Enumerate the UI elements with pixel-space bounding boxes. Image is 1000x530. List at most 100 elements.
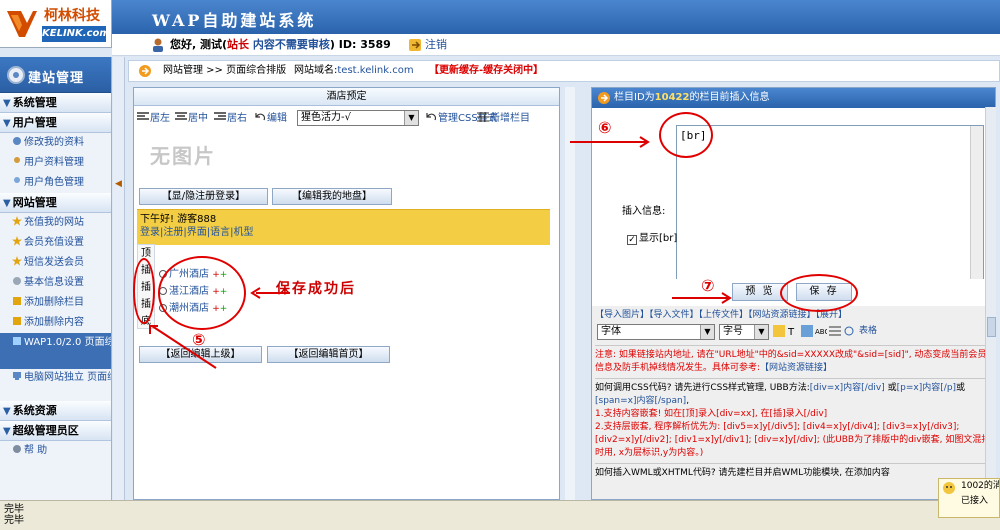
align-center-button[interactable]: 居中: [175, 111, 208, 127]
chevron-down-icon: ▼: [3, 406, 11, 417]
insert-content-textarea[interactable]: [br]: [676, 125, 984, 297]
user-greeting: 您好, 测试(站长 内容不需要审核) ID: 3589: [170, 38, 391, 51]
style-select[interactable]: 猩色活力-√ ▼: [297, 110, 419, 126]
resource-links[interactable]: 【导入图片】【导入文件】【上传文件】【网站资源链接】【展开】: [595, 309, 994, 322]
sidebar-item-wap-layout[interactable]: WAP1.0/2.0 页面综合排版: [0, 333, 111, 369]
wml-help: 如何插入WML或XHTML代码? 请先建栏目并启WML功能模块, 在添加内容: [595, 468, 890, 478]
logo-text-en: KELINK.com: [42, 26, 110, 42]
user-bar: 您好, 测试(站长 内容不需要审核) ID: 3589 注销: [112, 34, 1000, 56]
scrollbar-thumb[interactable]: [987, 317, 996, 337]
list-icon[interactable]: [829, 325, 841, 337]
status-bar: 完毕 完毕: [0, 500, 1000, 530]
star-icon: [12, 216, 22, 226]
help-icon: [13, 445, 21, 453]
logo-text-cn: 柯林科技: [44, 8, 100, 24]
sidebar-item-edit-profile[interactable]: 修改我的资料: [0, 133, 111, 153]
sidebar-item-user-roles[interactable]: 用户角色管理: [0, 173, 111, 193]
edit-icon: [13, 297, 21, 305]
gear-icon: [7, 66, 25, 84]
align-right-icon: [214, 112, 226, 120]
spellcheck-icon[interactable]: ABC: [815, 325, 827, 337]
sidebar-section-superadmin[interactable]: ▼ 超级管理员区: [0, 421, 111, 441]
resource-link[interactable]: 【网站资源链接】: [760, 363, 832, 373]
chevron-down-icon: ▼: [3, 98, 11, 109]
logo[interactable]: 柯林科技 KELINK.com: [0, 0, 112, 48]
divider: [595, 378, 994, 379]
toggle-login-button[interactable]: 【显/隐注册登录】: [139, 188, 268, 205]
sidebar: 建站管理 ▼ 系统管理 ▼ 用户管理 修改我的资料 用户资料管理 用户角色管理 ▼ 网…: [0, 57, 112, 500]
sidebar-item-pc-layout[interactable]: 电脑网站独立 页面综合排版: [0, 369, 111, 401]
greeting-box: 下午好! 游客888 登录|注册|界面|语言|机型: [137, 209, 550, 245]
sidebar-collapse-handle[interactable]: ◀: [113, 57, 125, 500]
align-left-button[interactable]: 居左: [137, 111, 170, 127]
text-format-icon[interactable]: T: [787, 325, 799, 337]
wap-icon: [13, 337, 21, 345]
chevron-down-icon: ▼: [3, 198, 11, 209]
greeting-links[interactable]: 登录|注册|界面|语言|机型: [140, 226, 547, 239]
edit-button[interactable]: 编辑: [254, 111, 287, 127]
profile-icon: [13, 137, 21, 145]
checkbox-checked-icon: ✓: [627, 235, 637, 245]
sidebar-item-contents[interactable]: 添加删除内容: [0, 313, 111, 333]
css-help-rule-1: 1.支持内容嵌套! 如在[顶]录入[div=xx], 在[插]录入[/div]: [595, 409, 828, 419]
table-link[interactable]: 表格: [859, 325, 877, 338]
edit-my-home-button[interactable]: 【编辑我的地盘】: [272, 188, 392, 205]
link-warning: 注意: 如果链接站内地址, 请在"URL地址"中的&sid=XXXXX改成"&s…: [595, 350, 987, 373]
back-to-home-button[interactable]: 【返回编辑首页】: [267, 346, 390, 363]
annotation-arrow-icon: [570, 136, 650, 148]
status-text: 完毕 完毕: [4, 504, 24, 526]
sidebar-item-help[interactable]: 帮 助: [0, 441, 111, 461]
breadcrumb-path: 网站管理 >> 页面综合排版: [163, 65, 287, 76]
chevron-down-icon: ▼: [3, 426, 11, 437]
annotation-circle-hotels: [158, 256, 246, 330]
svg-text:T: T: [787, 327, 795, 337]
css-help-rule-2: 2.支持层嵌套, 程序解析优先为: [div5=x]y[/div5]; [div…: [595, 422, 991, 458]
textarea-scrollbar[interactable]: [970, 126, 983, 296]
sidebar-section-site[interactable]: ▼ 网站管理: [0, 193, 111, 213]
no-image-placeholder: 无图片: [150, 144, 216, 168]
sidebar-section-system[interactable]: ▼ 系统管理: [0, 93, 111, 113]
logout-icon: [409, 39, 421, 51]
sidebar-item-user-data[interactable]: 用户资料管理: [0, 153, 111, 173]
sidebar-item-member-recharge[interactable]: 会员充值设置: [0, 233, 111, 253]
edit-icon: [13, 317, 21, 325]
star-icon: [12, 256, 22, 266]
sidebar-item-recharge-site[interactable]: 充值我的网站: [0, 213, 111, 233]
link-icon[interactable]: [843, 325, 855, 337]
annotation-circle-save: [780, 274, 858, 312]
app-title: WAP自助建站系统: [152, 11, 317, 30]
sidebar-item-basic-info[interactable]: 基本信息设置: [0, 273, 111, 293]
logout-link[interactable]: 注销: [425, 34, 447, 56]
notification-toast[interactable]: 1002的消 已接入: [938, 478, 1000, 518]
insert-panel-header: 栏目ID为10422的栏目前插入信息: [592, 88, 995, 108]
divider: [595, 463, 994, 464]
ubb-help-section: 【导入图片】【导入文件】【上传文件】【网站资源链接】【展开】 字体 ▼ 字号 ▼ T…: [592, 306, 995, 499]
align-center-icon: [175, 112, 187, 120]
add-column-button[interactable]: 新增栏目: [477, 111, 530, 127]
user-icon: [153, 38, 163, 52]
top-header: WAP自助建站系统: [0, 0, 1000, 34]
smiley-icon: [943, 482, 955, 494]
sidebar-title: 建站管理: [28, 71, 85, 86]
page-scrollbar[interactable]: [985, 107, 996, 500]
sidebar-section-users[interactable]: ▼ 用户管理: [0, 113, 111, 133]
color-icon[interactable]: [773, 325, 785, 337]
undo-icon: [255, 113, 266, 121]
align-right-button[interactable]: 居右: [214, 111, 247, 127]
roles-icon: [14, 177, 20, 183]
image-icon[interactable]: [801, 325, 813, 337]
chevron-down-icon: ▼: [3, 118, 11, 129]
chevron-down-icon: ▼: [754, 325, 768, 339]
chevron-down-icon: ▼: [404, 111, 418, 125]
refresh-cache-link[interactable]: 【更新缓存-缓存关闭中】: [429, 61, 543, 81]
sidebar-section-resources[interactable]: ▼ 系统资源: [0, 401, 111, 421]
annotation-circle-insert: [133, 258, 155, 324]
annotation-arrow-icon: [250, 287, 290, 299]
font-size-select[interactable]: 字号 ▼: [719, 324, 769, 340]
sidebar-item-columns[interactable]: 添加删除栏目: [0, 293, 111, 313]
divider: [595, 345, 994, 346]
show-br-checkbox[interactable]: ✓ 显示[br]: [627, 229, 677, 245]
layout-toolbar: 居左 居中 居右 编辑 猩色活力-√ ▼ 管理CSS样式 新增栏目: [136, 109, 556, 129]
sidebar-item-sms-members[interactable]: 短信发送会员: [0, 253, 111, 273]
font-select[interactable]: 字体 ▼: [597, 324, 715, 340]
